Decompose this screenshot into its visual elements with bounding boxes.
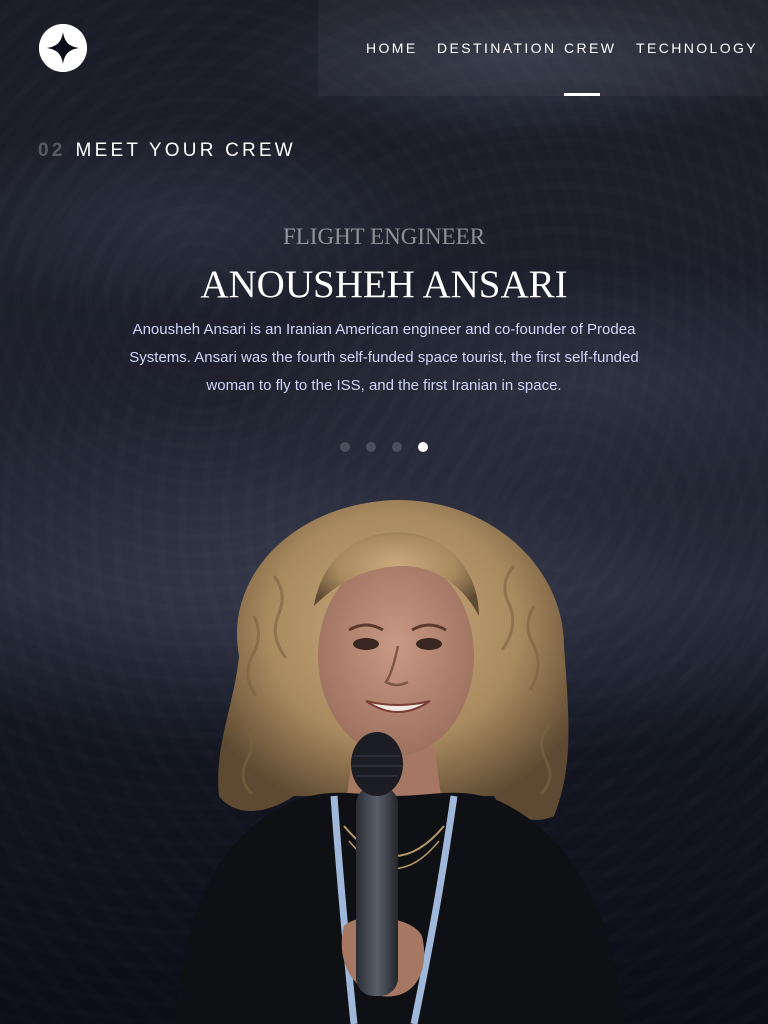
nav-crew[interactable]: CREW	[564, 40, 616, 56]
crew-portrait-image	[174, 499, 624, 1024]
crew-slider-dots	[340, 442, 440, 452]
crew-name: ANOUSHEH ANSARI	[200, 263, 568, 306]
nav-destination[interactable]: DESTINATION	[437, 40, 556, 56]
page-number: 02	[38, 140, 66, 161]
slider-dot-4[interactable]	[418, 442, 428, 452]
crew-portrait	[144, 496, 644, 1024]
slider-dot-2[interactable]	[366, 442, 376, 452]
nav-active-indicator	[564, 93, 600, 96]
crew-bio: Anousheh Ansari is an Iranian American e…	[129, 321, 639, 394]
main-nav: HOME DESTINATION CREW TECHNOLOGY	[318, 0, 768, 96]
slider-dot-1[interactable]	[340, 442, 350, 452]
crew-role: FLIGHT ENGINEER	[282, 224, 486, 249]
nav-technology[interactable]: TECHNOLOGY	[636, 40, 758, 56]
site-header: HOME DESTINATION CREW TECHNOLOGY	[0, 0, 768, 96]
slider-dot-3[interactable]	[392, 442, 402, 452]
page-heading: 02 MEET YOUR CREW	[38, 140, 296, 162]
star-logo-icon	[39, 24, 87, 72]
page-title: MEET YOUR CREW	[75, 140, 296, 161]
nav-home[interactable]: HOME	[366, 40, 418, 56]
logo[interactable]	[39, 24, 87, 72]
